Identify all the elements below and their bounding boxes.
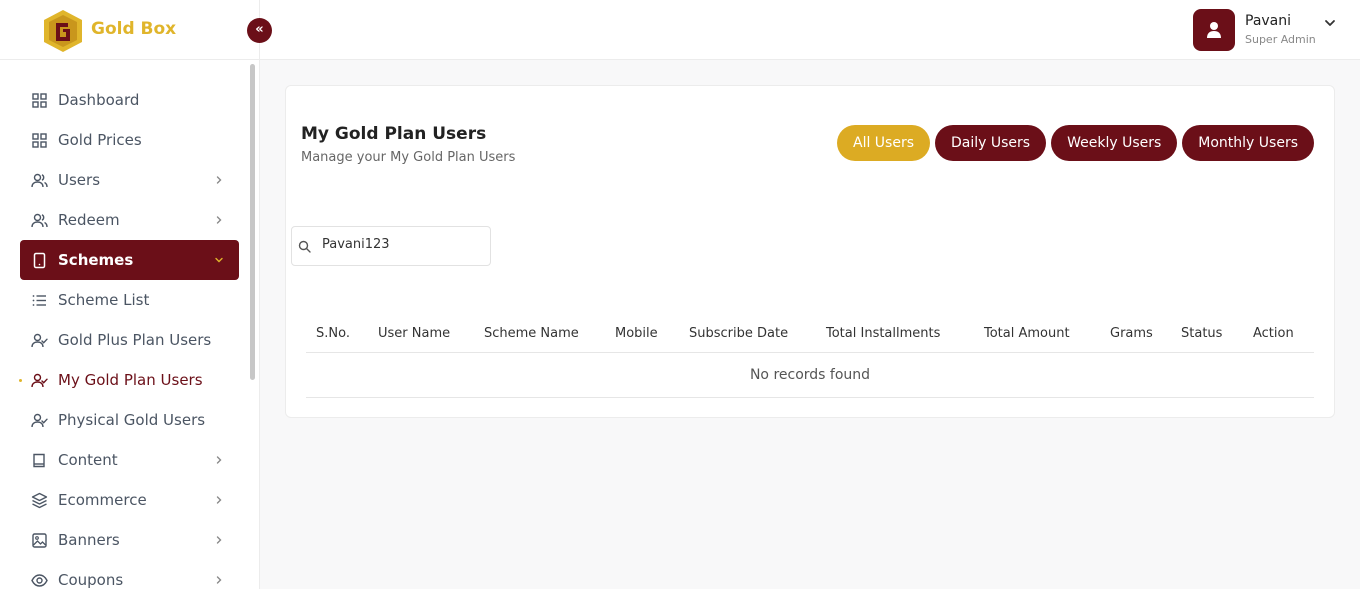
tablet-icon xyxy=(31,252,48,269)
sidebar-item-label: Gold Prices xyxy=(58,131,142,149)
gold-box-logo-icon xyxy=(44,10,82,52)
page-title: My Gold Plan Users xyxy=(301,124,487,144)
sidebar-item-schemes[interactable]: Schemes xyxy=(20,240,239,280)
grid-icon xyxy=(31,132,48,149)
column-header: Total Installments xyxy=(816,316,974,353)
main-card: My Gold Plan Users Manage your My Gold P… xyxy=(285,85,1335,418)
users-table: S.No. User Name Scheme Name Mobile Subscribe… xyxy=(306,316,1314,398)
users-icon xyxy=(31,172,48,189)
sidebar-item-label: Gold Plus Plan Users xyxy=(58,331,212,349)
sidebar-item-label: Physical Gold Users xyxy=(58,411,206,429)
sidebar-nav: Dashboard Gold Prices Users Redeem Schemes Sc… xyxy=(19,80,239,589)
sidebar-item-label: Banners xyxy=(58,531,120,549)
sidebar-item-label: Dashboard xyxy=(58,91,140,109)
column-header: Total Amount xyxy=(974,316,1100,353)
user-name[interactable]: Pavani xyxy=(1245,13,1291,29)
sidebar-item-label: Redeem xyxy=(58,211,120,229)
search-icon xyxy=(298,240,311,253)
avatar[interactable] xyxy=(1193,9,1235,51)
sidebar-item-label: Coupons xyxy=(58,571,124,589)
image-icon xyxy=(31,532,48,549)
column-header: Subscribe Date xyxy=(679,316,816,353)
column-header: Action xyxy=(1243,316,1314,353)
chevron-right-icon xyxy=(213,454,225,466)
column-header: Status xyxy=(1171,316,1243,353)
sidebar-scrollbar[interactable] xyxy=(250,64,255,380)
page-subtitle: Manage your My Gold Plan Users xyxy=(301,150,516,165)
search-box[interactable] xyxy=(291,226,491,266)
filter-all-users-button[interactable]: All Users xyxy=(837,125,931,161)
chevron-down-icon[interactable] xyxy=(1323,16,1337,30)
collapse-sidebar-button[interactable]: « xyxy=(247,18,272,43)
user-role: Super Admin xyxy=(1245,33,1316,46)
grid-icon xyxy=(31,92,48,109)
sidebar-item-scheme-list[interactable]: Scheme List xyxy=(20,280,239,320)
user-filter-group: All Users Daily Users Weekly Users Monthly … xyxy=(837,125,1314,161)
chevron-right-icon xyxy=(213,494,225,506)
search-input[interactable] xyxy=(322,237,482,252)
sidebar-item-users[interactable]: Users xyxy=(20,160,239,200)
user-check-icon xyxy=(31,412,48,429)
chevron-right-icon xyxy=(213,174,225,186)
sidebar-item-label: Schemes xyxy=(58,251,134,269)
chevron-down-icon xyxy=(213,254,225,266)
brand-name: Gold Box xyxy=(91,19,177,39)
column-header: User Name xyxy=(368,316,474,353)
sidebar-item-content[interactable]: Content xyxy=(20,440,239,480)
list-icon xyxy=(31,292,48,309)
layers-icon xyxy=(31,492,48,509)
users-icon xyxy=(31,212,48,229)
filter-weekly-users-button[interactable]: Weekly Users xyxy=(1051,125,1178,161)
column-header: Grams xyxy=(1100,316,1171,353)
topbar: Pavani Super Admin xyxy=(260,0,1360,60)
sidebar-item-label: Scheme List xyxy=(58,291,150,309)
sidebar-item-label: Ecommerce xyxy=(58,491,147,509)
column-header: Scheme Name xyxy=(474,316,605,353)
active-indicator-dot xyxy=(19,379,22,382)
sidebar-item-coupons[interactable]: Coupons xyxy=(20,560,239,589)
sidebar-item-label: Users xyxy=(58,171,101,189)
table-row: No records found xyxy=(306,352,1314,398)
book-icon xyxy=(31,452,48,469)
empty-state-text: No records found xyxy=(306,352,1314,398)
eye-icon xyxy=(31,572,48,589)
user-icon xyxy=(1207,22,1221,38)
sidebar-item-ecommerce[interactable]: Ecommerce xyxy=(20,480,239,520)
table-header-row: S.No. User Name Scheme Name Mobile Subscribe… xyxy=(306,316,1314,353)
user-check-icon xyxy=(31,332,48,349)
sidebar-item-dashboard[interactable]: Dashboard xyxy=(20,80,239,120)
sidebar-item-label: Content xyxy=(58,451,118,469)
filter-monthly-users-button[interactable]: Monthly Users xyxy=(1182,125,1314,161)
user-check-icon xyxy=(31,372,48,389)
column-header: Mobile xyxy=(605,316,679,353)
sidebar-item-my-gold-plan-users[interactable]: My Gold Plan Users xyxy=(19,360,239,400)
brand: Gold Box xyxy=(0,0,259,60)
sidebar: Gold Box Dashboard Gold Prices Users Redeem… xyxy=(0,0,260,589)
chevron-right-icon xyxy=(213,214,225,226)
filter-daily-users-button[interactable]: Daily Users xyxy=(935,125,1047,161)
sidebar-item-label: My Gold Plan Users xyxy=(58,371,203,389)
sidebar-item-redeem[interactable]: Redeem xyxy=(20,200,239,240)
sidebar-item-gold-plus-plan-users[interactable]: Gold Plus Plan Users xyxy=(20,320,239,360)
sidebar-item-physical-gold-users[interactable]: Physical Gold Users xyxy=(20,400,239,440)
sidebar-item-gold-prices[interactable]: Gold Prices xyxy=(20,120,239,160)
column-header: S.No. xyxy=(306,316,368,353)
chevron-right-icon xyxy=(213,574,225,586)
sidebar-item-banners[interactable]: Banners xyxy=(20,520,239,560)
chevron-right-icon xyxy=(213,534,225,546)
